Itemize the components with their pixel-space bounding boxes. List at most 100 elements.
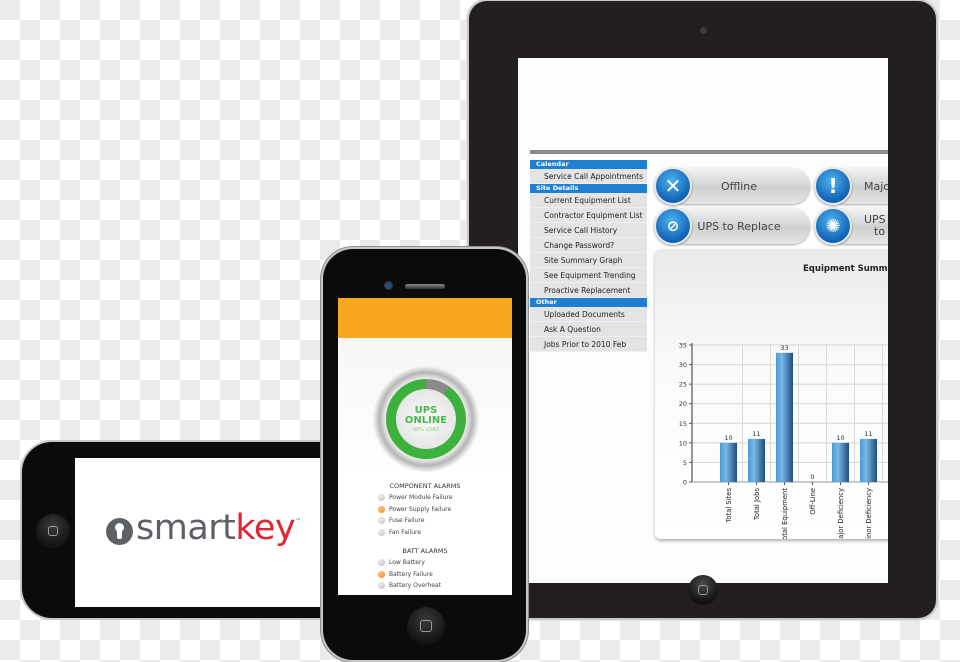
gauge-line-online: ONLINE [404,414,448,426]
alarm-indicator-icon [378,517,385,524]
tablet-home-button[interactable] [688,575,718,605]
alarm-battery-failure: Battery Failure [378,571,433,578]
alarm-power-module-failure: Power Module Failure [378,494,453,501]
alarm-label: Power Module Failure [389,494,453,501]
x-tick-label: Total Equipment [781,488,789,539]
y-tick-label: 30 [679,361,687,369]
component-alarms-title: COMPONENT ALARMS [389,482,461,490]
x-tick-label: Major Deficiency [837,488,845,539]
phone-device: UPS ONLINE 90% LOAD COMPONENT ALARMS Pow… [323,249,526,660]
alarm-battery-overheat: Battery Overheat [378,582,441,589]
sidebar-item-ask-a-question[interactable]: Ask A Question [530,322,647,337]
plug-icon: ⊘ [654,207,692,245]
sidebar-item-proactive-replacement[interactable]: Proactive Replacement [530,283,647,298]
logo-text-smart: smart [136,508,236,548]
ups-to-replace-label: UPS to Replace [697,219,781,233]
y-tick-label: 0 [683,479,687,487]
alarm-indicator-icon [378,559,385,566]
tablet-device: Calendar Service Call Appointments Site … [469,1,936,618]
alarm-label: Fuse Failure [389,517,425,524]
y-tick-label: 5 [683,459,687,467]
sidebar-item-site-summary-graph[interactable]: Site Summary Graph [530,253,647,268]
sidebar-menu: Calendar Service Call Appointments Site … [530,160,647,352]
logo-text-key: key [235,508,296,548]
chart-svg: 0 5 10 15 20 25 30 35 10 Total Sites 11 Total Jobs 3… [679,342,888,539]
sidebar-section-other: Other [530,298,647,307]
sidebar-item-change-password[interactable]: Change Password? [530,238,647,253]
x-tick-label: Total Jobs [753,488,761,522]
sidebar-section-calendar: Calendar [530,160,647,169]
alarm-label: Fan Failure [389,529,422,536]
alarm-indicator-active-icon [378,571,385,578]
sidebar-item-see-equipment-trending[interactable]: See Equipment Trending [530,268,647,283]
home-square-icon [48,526,58,536]
alarm-label: Power Supply Failure [389,506,452,513]
bar-minor-deficiency [860,438,877,482]
alarm-fuse-failure: Fuse Failure [378,517,424,524]
tablet-camera [700,27,707,34]
data-label: 11 [864,430,872,438]
gauge-center: UPS ONLINE 90% LOAD [396,389,456,449]
load-ring: UPS ONLINE 90% LOAD [386,379,466,459]
tablet-screen: Calendar Service Call Appointments Site … [518,58,888,583]
sidebar-item-jobs-prior-2010[interactable]: Jobs Prior to 2010 Feb [530,337,647,352]
exclamation-icon: ! [814,167,852,205]
phone-home-button[interactable] [407,607,445,645]
phone-speaker [405,284,445,289]
ups-fan-sublabel: to [874,225,886,238]
y-tick-label: 25 [679,381,687,389]
phone-header-bar [338,298,512,338]
sidebar-item-current-equipment-list[interactable]: Current Equipment List [530,193,647,208]
batt-alarms-title: BATT ALARMS [402,547,448,555]
sidebar-item-contractor-equipment-list[interactable]: Contractor Equipment List [530,208,647,223]
landscape-phone-device: smart key ™ [22,442,332,618]
alarm-indicator-icon [378,494,385,501]
keyhole-icon [106,517,133,545]
x-tick-label: Total Sites [725,488,733,524]
y-tick-label: 10 [679,439,687,447]
y-tick-label: 15 [679,420,687,428]
alarm-label: Low Battery [389,559,425,566]
bar-total-sites [720,442,737,482]
alarm-low-battery: Low Battery [378,559,425,566]
sidebar-item-service-call-history[interactable]: Service Call History [530,223,647,238]
bar-total-jobs [748,438,765,482]
home-square-icon [420,620,432,632]
phone-camera [385,282,392,289]
equipment-summary-chart: Equipment Summar 0510152025303510Total S… [655,249,888,539]
data-label: 33 [780,344,788,352]
alarm-indicator-active-icon [378,506,385,513]
alarm-power-supply-failure: Power Supply Failure [378,506,451,513]
logo-trademark: ™ [295,518,301,525]
ups-status-gauge: UPS ONLINE 90% LOAD [373,366,479,472]
data-label: 11 [752,430,760,438]
phone-screen: UPS ONLINE 90% LOAD COMPONENT ALARMS Pow… [338,298,512,595]
fan-icon: ✺ [814,207,852,245]
gauge-load-text: 90% LOAD [412,426,440,433]
sidebar-item-uploaded-documents[interactable]: Uploaded Documents [530,307,647,322]
alarm-label: Battery Overheat [389,582,441,589]
alarm-fan-failure: Fan Failure [378,529,421,536]
close-x-icon: ✕ [654,167,692,205]
alarm-label: Battery Failure [389,571,433,578]
sidebar-item-service-call-appointments[interactable]: Service Call Appointments [530,169,647,184]
header-divider [530,150,888,154]
landscape-phone-home-button[interactable] [36,514,70,548]
alarm-indicator-icon [378,582,385,589]
home-square-icon [698,585,708,595]
bar-total-equipment [776,352,793,482]
gauge-line-ups: UPS [414,404,438,416]
y-tick-label: 20 [679,400,687,408]
x-tick-label: Off-Line [809,488,817,515]
data-label: 10 [836,434,844,442]
data-label: 0 [810,473,814,481]
major-label: Majo [864,179,888,193]
alarm-indicator-icon [378,529,385,536]
x-tick-label: Minor Deficiency [865,488,873,539]
smartkey-logo: smart key ™ [106,508,301,548]
landscape-phone-screen: smart key ™ [75,458,332,607]
data-label: 10 [724,434,732,442]
bar-major-deficiency [832,442,849,482]
offline-label: Offline [720,179,758,193]
sidebar-section-site-details: Site Details [530,184,647,193]
